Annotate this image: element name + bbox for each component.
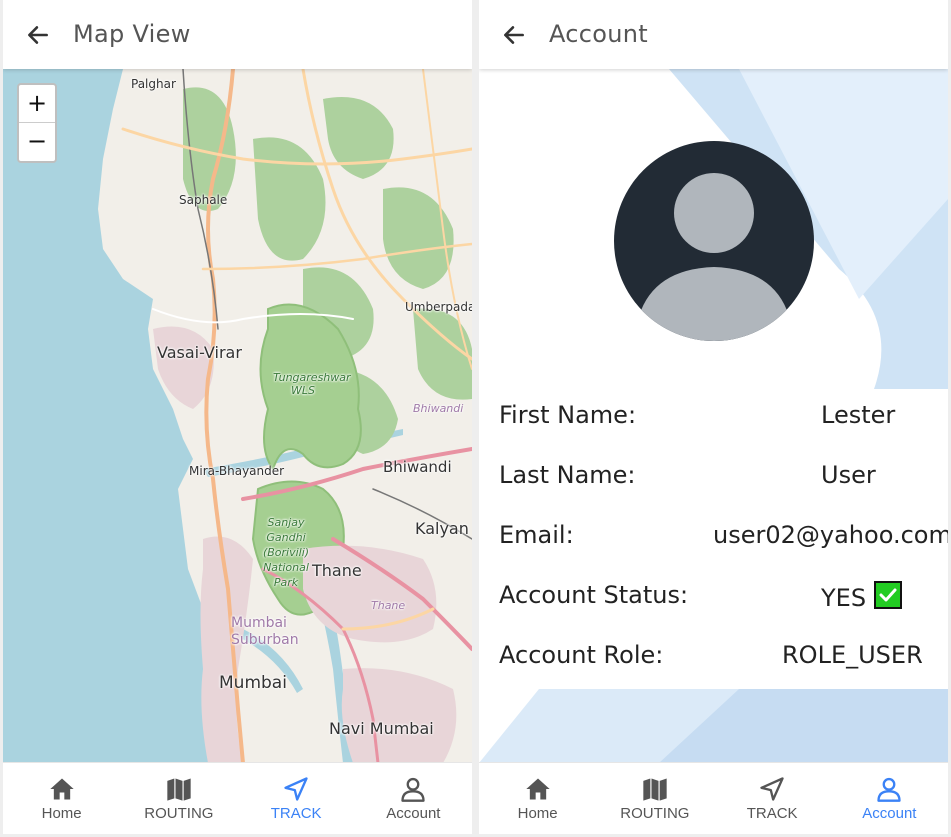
account-status-row: Account Status: YES: [499, 581, 944, 617]
email-row: Email: user02@yahoo.com: [499, 521, 948, 557]
nav-routing-label: ROUTING: [144, 805, 214, 822]
bottom-navigation: Home ROUTING TRACK Account: [3, 762, 472, 834]
account-role-value: ROLE_USER: [782, 641, 923, 669]
last-name-row: Last Name: User: [499, 461, 944, 497]
first-name-row: First Name: Lester: [499, 401, 944, 437]
map-label-mira-bhayander: Mira-Bhayander: [189, 464, 285, 478]
map-label-vasai-virar: Vasai-Virar: [157, 343, 242, 362]
map-label-tungareshwar: Tungareshwar WLS: [273, 371, 351, 397]
page-title: Map View: [73, 20, 191, 48]
map-label-umberpada: Umberpada: [405, 300, 472, 314]
zoom-in-button[interactable]: +: [19, 85, 55, 123]
map-view-screen: Map View + − Palghar Saphale Umberpada V…: [3, 0, 472, 834]
navigation-arrow-icon: [760, 777, 784, 801]
back-arrow-icon[interactable]: [25, 22, 51, 48]
map-label-sanjay-gandhi: Sanjay Gandhi (Borivili) National Park: [262, 516, 310, 589]
nav-account[interactable]: Account: [355, 763, 472, 834]
checkmark-icon: [879, 588, 897, 602]
nav-track[interactable]: TRACK: [714, 763, 831, 834]
last-name-value: User: [821, 461, 876, 489]
user-avatar-icon: [639, 173, 789, 341]
map-label-palghar: Palghar: [131, 77, 176, 91]
avatar: [614, 141, 814, 341]
home-icon: [525, 778, 550, 800]
account-role-row: Account Role: ROLE_USER: [499, 641, 944, 677]
account-status-checkbox[interactable]: [874, 581, 903, 609]
nav-track-label: TRACK: [746, 805, 798, 822]
map-icon: [167, 778, 191, 801]
map-label-bhiwandi-region: Bhiwandi: [413, 402, 464, 415]
map-label-mumbai: Mumbai: [219, 673, 287, 693]
home-icon: [49, 778, 74, 800]
nav-home[interactable]: Home: [3, 763, 120, 834]
nav-routing[interactable]: ROUTING: [120, 763, 237, 834]
nav-account[interactable]: Account: [831, 763, 948, 834]
map-label-saphale: Saphale: [179, 193, 228, 207]
map-label-mumbai-suburban: Mumbai Suburban: [231, 615, 299, 648]
page-title: Account: [549, 20, 649, 48]
account-body: First Name: Lester Last Name: User Email…: [479, 69, 948, 763]
user-icon: [401, 777, 426, 802]
map-label-thane-region: Thane: [371, 599, 406, 612]
nav-track[interactable]: TRACK: [238, 763, 355, 834]
user-icon: [877, 777, 902, 802]
map-view-header: Map View: [3, 0, 472, 69]
nav-home-label: Home: [517, 805, 558, 822]
email-value: user02@yahoo.com: [713, 521, 948, 549]
nav-account-label: Account: [386, 805, 441, 822]
map-tiles: [3, 69, 472, 763]
navigation-arrow-icon: [284, 777, 308, 801]
account-status-value: YES: [821, 584, 867, 612]
account-status-label: Account Status:: [499, 581, 689, 609]
zoom-out-button[interactable]: −: [19, 123, 55, 160]
email-label: Email:: [499, 521, 574, 549]
back-arrow-icon[interactable]: [501, 22, 527, 48]
map-label-kalyan: Kalyan: [415, 519, 469, 538]
nav-home[interactable]: Home: [479, 763, 596, 834]
nav-account-label: Account: [862, 805, 917, 822]
bottom-navigation: Home ROUTING TRACK Account: [479, 762, 948, 834]
nav-track-label: TRACK: [270, 805, 322, 822]
nav-home-label: Home: [41, 805, 82, 822]
account-screen: Account First Name: Lester Last Name: Us…: [479, 0, 948, 834]
zoom-control: + −: [17, 83, 57, 163]
account-role-label: Account Role:: [499, 641, 664, 669]
nav-routing-label: ROUTING: [620, 805, 690, 822]
map-icon: [643, 778, 667, 801]
map-label-bhiwandi: Bhiwandi: [383, 458, 452, 476]
account-header: Account: [479, 0, 948, 69]
map-label-thane: Thane: [312, 561, 362, 580]
first-name-value: Lester: [821, 401, 896, 429]
map-canvas[interactable]: + − Palghar Saphale Umberpada Vasai-Vira…: [3, 69, 472, 763]
map-label-navi-mumbai: Navi Mumbai: [329, 719, 434, 738]
nav-routing[interactable]: ROUTING: [596, 763, 713, 834]
first-name-label: First Name:: [499, 401, 637, 429]
last-name-label: Last Name:: [499, 461, 636, 489]
